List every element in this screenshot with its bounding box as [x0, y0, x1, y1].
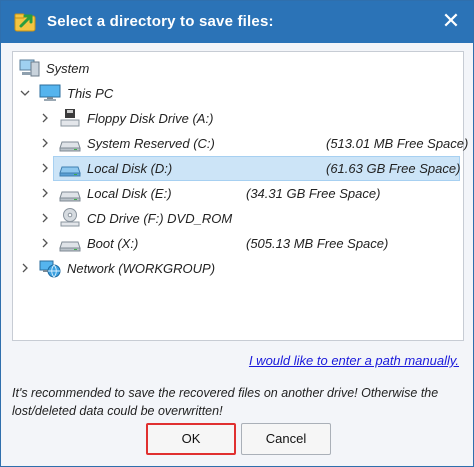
- tree-item-this-pc[interactable]: This PC: [13, 81, 463, 106]
- dialog-title: Select a directory to save files:: [47, 13, 274, 30]
- chevron-right-icon[interactable]: [39, 212, 51, 224]
- tree-item-boot-x[interactable]: Boot (X:) (505.13 MB Free Space): [13, 231, 463, 256]
- tree-item-label: Floppy Disk Drive (A:): [87, 111, 214, 126]
- tree-item-label: CD Drive (F:) DVD_ROM: [87, 211, 233, 226]
- system-computer-icon: [19, 59, 40, 77]
- directory-tree: System This PC Floppy Disk Drive (A:) Sy…: [12, 51, 468, 341]
- tree-item-label: Local Disk (E:): [87, 186, 172, 201]
- hard-drive-icon: [59, 141, 81, 152]
- free-space-label: (505.13 MB Free Space): [246, 236, 389, 251]
- ok-button[interactable]: OK: [146, 423, 236, 455]
- tree-item-cd-drive-f[interactable]: CD Drive (F:) DVD_ROM: [13, 206, 463, 231]
- tree-item-local-disk-d[interactable]: Local Disk (D:) (61.63 GB Free Space): [13, 156, 463, 181]
- tree-item-label: Network (WORKGROUP): [67, 261, 216, 276]
- tree-item-label: System Reserved (C:): [87, 136, 215, 151]
- tree-item-local-disk-e[interactable]: Local Disk (E:) (34.31 GB Free Space): [13, 181, 463, 206]
- hard-drive-icon: [59, 241, 81, 252]
- chevron-right-icon[interactable]: [39, 112, 51, 124]
- chevron-right-icon[interactable]: [39, 162, 51, 174]
- tree-item-floppy-a[interactable]: Floppy Disk Drive (A:): [13, 106, 463, 131]
- title-bar: Select a directory to save files: ✕: [1, 1, 473, 43]
- free-space-label: (34.31 GB Free Space): [246, 186, 381, 201]
- tree-item-label: Local Disk (D:): [87, 161, 173, 176]
- chevron-right-icon[interactable]: [19, 262, 31, 274]
- chevron-right-icon[interactable]: [39, 237, 51, 249]
- free-space-label: (61.63 GB Free Space): [326, 161, 461, 176]
- enter-path-manually-link[interactable]: I would like to enter a path manually.: [249, 353, 459, 368]
- tree-item-network[interactable]: Network (WORKGROUP): [13, 256, 463, 281]
- chevron-down-icon[interactable]: [19, 87, 31, 99]
- tree-item-label: This PC: [67, 86, 114, 101]
- monitor-icon: [39, 84, 61, 101]
- save-directory-dialog: Select a directory to save files: ✕ Syst…: [0, 0, 474, 467]
- tree-item-label: System: [46, 61, 90, 76]
- network-globe-icon: [39, 260, 61, 278]
- tree-item-system-reserved-c[interactable]: System Reserved (C:) (513.01 MB Free Spa…: [13, 131, 468, 156]
- close-icon[interactable]: ✕: [437, 7, 465, 35]
- folder-arrow-icon: [14, 13, 36, 32]
- chevron-right-icon[interactable]: [39, 137, 51, 149]
- free-space-label: (513.01 MB Free Space): [326, 136, 469, 151]
- cancel-button[interactable]: Cancel: [241, 423, 331, 455]
- cd-drive-icon: [60, 208, 80, 227]
- tree-item-label: Boot (X:): [87, 236, 139, 251]
- chevron-right-icon[interactable]: [39, 187, 51, 199]
- tree-item-system[interactable]: System: [13, 56, 463, 81]
- recovery-warning-note: It's recommended to save the recovered f…: [12, 386, 439, 418]
- hard-drive-icon: [59, 166, 81, 177]
- floppy-drive-icon: [60, 109, 80, 127]
- hard-drive-icon: [59, 191, 81, 202]
